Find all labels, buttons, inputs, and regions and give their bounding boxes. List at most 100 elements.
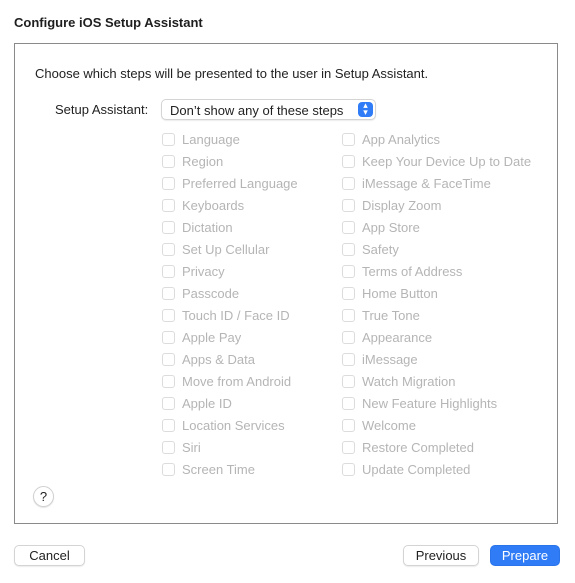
- checkbox[interactable]: [342, 330, 355, 344]
- step-checkbox-item[interactable]: True Tone: [342, 304, 531, 326]
- step-checkbox-item[interactable]: Set Up Cellular: [162, 238, 298, 260]
- step-label: Update Completed: [362, 461, 471, 477]
- step-label: Terms of Address: [362, 263, 463, 279]
- step-label: Set Up Cellular: [182, 241, 270, 257]
- step-checkbox-item[interactable]: Screen Time: [162, 458, 298, 480]
- checkbox[interactable]: [162, 308, 175, 322]
- help-button[interactable]: ?: [33, 486, 54, 507]
- checkbox[interactable]: [162, 462, 175, 476]
- step-checkbox-item[interactable]: Language: [162, 128, 298, 150]
- step-checkbox-item[interactable]: iMessage: [342, 348, 531, 370]
- step-label: Display Zoom: [362, 197, 442, 213]
- step-label: Appearance: [362, 329, 433, 345]
- step-label: Screen Time: [182, 461, 255, 477]
- checkbox[interactable]: [342, 308, 355, 322]
- step-label: iMessage: [362, 351, 418, 367]
- step-checkbox-item[interactable]: Preferred Language: [162, 172, 298, 194]
- checkbox[interactable]: [342, 396, 355, 410]
- checkbox[interactable]: [342, 220, 355, 234]
- step-label: App Store: [362, 219, 420, 235]
- checkbox[interactable]: [342, 286, 355, 300]
- step-checkbox-item[interactable]: Appearance: [342, 326, 531, 348]
- step-label: Home Button: [362, 285, 438, 301]
- step-label: Dictation: [182, 219, 233, 235]
- checkbox[interactable]: [342, 352, 355, 366]
- step-label: Touch ID / Face ID: [182, 307, 290, 323]
- step-checkbox-item[interactable]: Safety: [342, 238, 531, 260]
- checkbox[interactable]: [342, 264, 355, 278]
- dialog-title: Configure iOS Setup Assistant: [14, 15, 203, 30]
- step-checkbox-item[interactable]: Restore Completed: [342, 436, 531, 458]
- setup-assistant-selected: Don’t show any of these steps: [170, 103, 344, 118]
- checkbox[interactable]: [162, 242, 175, 256]
- step-label: Siri: [182, 439, 201, 455]
- step-checkbox-item[interactable]: Privacy: [162, 260, 298, 282]
- step-label: Move from Android: [182, 373, 292, 389]
- step-checkbox-item[interactable]: Apps & Data: [162, 348, 298, 370]
- checkbox[interactable]: [342, 374, 355, 388]
- checkbox[interactable]: [162, 132, 175, 146]
- checkbox[interactable]: [342, 132, 355, 146]
- checkbox[interactable]: [162, 220, 175, 234]
- checkbox[interactable]: [162, 264, 175, 278]
- step-checkbox-item[interactable]: Terms of Address: [342, 260, 531, 282]
- step-label: Keyboards: [182, 197, 245, 213]
- checkbox[interactable]: [342, 154, 355, 168]
- step-label: Restore Completed: [362, 439, 474, 455]
- step-checkbox-item[interactable]: Move from Android: [162, 370, 298, 392]
- step-checkbox-item[interactable]: Apple Pay: [162, 326, 298, 348]
- checkbox[interactable]: [342, 176, 355, 190]
- steps-left-column: Language Region Preferred Language Keyboard…: [162, 128, 298, 480]
- checkbox[interactable]: [162, 352, 175, 366]
- step-checkbox-item[interactable]: App Analytics: [342, 128, 531, 150]
- checkbox[interactable]: [162, 330, 175, 344]
- checkbox[interactable]: [162, 440, 175, 454]
- checkbox[interactable]: [162, 198, 175, 212]
- step-checkbox-item[interactable]: Home Button: [342, 282, 531, 304]
- prepare-button[interactable]: Prepare: [490, 545, 560, 566]
- step-label: App Analytics: [362, 131, 441, 147]
- step-checkbox-item[interactable]: Region: [162, 150, 298, 172]
- step-label: Privacy: [182, 263, 225, 279]
- step-checkbox-item[interactable]: Keyboards: [162, 194, 298, 216]
- step-checkbox-item[interactable]: Touch ID / Face ID: [162, 304, 298, 326]
- step-checkbox-item[interactable]: Location Services: [162, 414, 298, 436]
- step-checkbox-item[interactable]: Watch Migration: [342, 370, 531, 392]
- step-label: Welcome: [362, 417, 416, 433]
- step-label: Preferred Language: [182, 175, 298, 191]
- step-checkbox-item[interactable]: Dictation: [162, 216, 298, 238]
- setup-assistant-label: Setup Assistant:: [55, 102, 149, 117]
- checkbox[interactable]: [162, 396, 175, 410]
- cancel-button[interactable]: Cancel: [14, 545, 85, 566]
- step-label: True Tone: [362, 307, 420, 323]
- setup-assistant-popup[interactable]: Don’t show any of these steps ▴ ▾: [161, 99, 376, 120]
- checkbox[interactable]: [342, 198, 355, 212]
- step-checkbox-item[interactable]: iMessage & FaceTime: [342, 172, 531, 194]
- step-checkbox-item[interactable]: Passcode: [162, 282, 298, 304]
- step-checkbox-item[interactable]: Siri: [162, 436, 298, 458]
- step-label: Region: [182, 153, 224, 169]
- step-checkbox-item[interactable]: Apple ID: [162, 392, 298, 414]
- checkbox[interactable]: [342, 242, 355, 256]
- checkbox[interactable]: [162, 154, 175, 168]
- step-checkbox-item[interactable]: Update Completed: [342, 458, 531, 480]
- checkbox[interactable]: [342, 440, 355, 454]
- step-checkbox-item[interactable]: Keep Your Device Up to Date: [342, 150, 531, 172]
- step-label: Watch Migration: [362, 373, 456, 389]
- checkbox[interactable]: [162, 176, 175, 190]
- step-checkbox-item[interactable]: New Feature Highlights: [342, 392, 531, 414]
- checkbox[interactable]: [342, 418, 355, 432]
- checkbox[interactable]: [162, 374, 175, 388]
- checkbox[interactable]: [162, 418, 175, 432]
- step-checkbox-item[interactable]: App Store: [342, 216, 531, 238]
- checkbox[interactable]: [342, 462, 355, 476]
- intro-text: Choose which steps will be presented to …: [35, 66, 429, 81]
- checkbox[interactable]: [162, 286, 175, 300]
- step-checkbox-item[interactable]: Display Zoom: [342, 194, 531, 216]
- previous-button[interactable]: Previous: [403, 545, 479, 566]
- setup-steps-panel: Choose which steps will be presented to …: [14, 43, 558, 524]
- step-checkbox-item[interactable]: Welcome: [342, 414, 531, 436]
- step-label: Apps & Data: [182, 351, 255, 367]
- step-label: Location Services: [182, 417, 285, 433]
- step-label: iMessage & FaceTime: [362, 175, 491, 191]
